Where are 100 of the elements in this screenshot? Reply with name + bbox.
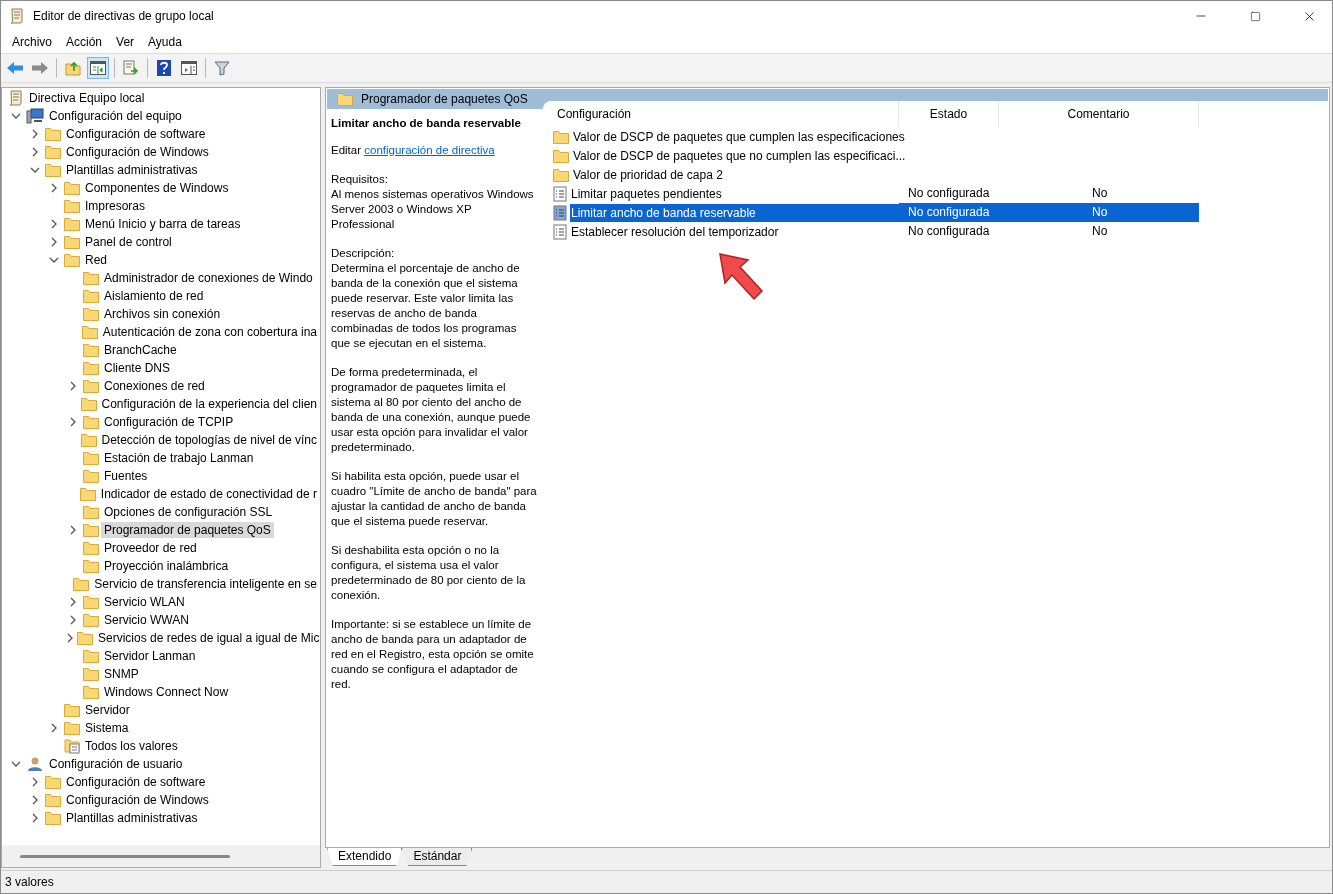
tree-item[interactable]: Configuración de Windows bbox=[63, 144, 212, 160]
folder-icon bbox=[83, 469, 99, 483]
tree-pane-icon bbox=[90, 61, 106, 75]
folder-icon bbox=[77, 631, 93, 645]
folder-icon bbox=[83, 361, 99, 375]
folder-icon bbox=[80, 397, 97, 411]
folder-icon bbox=[45, 163, 61, 177]
tree-item[interactable]: Conexiones de red bbox=[101, 378, 208, 394]
tree-item[interactable]: Configuración de usuario bbox=[46, 756, 186, 772]
collapse-chevron-icon[interactable] bbox=[11, 111, 21, 121]
tree-item[interactable]: BranchCache bbox=[101, 342, 180, 358]
tree-item[interactable]: Administrador de conexiones de Windo bbox=[101, 270, 316, 286]
user-icon bbox=[26, 756, 44, 772]
tree-item[interactable]: Configuración de software bbox=[63, 774, 209, 790]
tree-item[interactable]: Configuración del equipo bbox=[46, 108, 185, 124]
collapse-chevron-icon[interactable] bbox=[11, 759, 21, 769]
computer-icon bbox=[26, 108, 44, 124]
folder-icon bbox=[553, 148, 569, 163]
tree-item[interactable]: Proveedor de red bbox=[101, 540, 200, 556]
setting-name[interactable]: Valor de DSCP de paquetes que cumplen las especificaciones bbox=[572, 127, 906, 146]
tree-item[interactable]: Panel de control bbox=[82, 234, 175, 250]
toolbar-button[interactable] bbox=[87, 57, 109, 79]
edit-policy-link[interactable]: configuración de directiva bbox=[364, 144, 495, 156]
setting-name[interactable]: Valor de DSCP de paquetes que no cumplen las especificaci... bbox=[572, 146, 907, 165]
folder-icon bbox=[45, 811, 61, 825]
tree-item[interactable]: Autenticación de zona con cobertura ina bbox=[99, 324, 320, 340]
folder-icon bbox=[83, 307, 99, 321]
tree-item[interactable]: Servicios de redes de igual a igual de Mic bbox=[95, 630, 320, 646]
column-header[interactable]: Comentario bbox=[999, 101, 1199, 127]
tree-item[interactable]: SNMP bbox=[101, 666, 142, 682]
tree-item[interactable]: Servicio WWAN bbox=[101, 612, 192, 628]
tree-item[interactable]: Configuración de TCPIP bbox=[101, 414, 237, 430]
expand-chevron-icon[interactable] bbox=[68, 525, 78, 535]
tree-item[interactable]: Red bbox=[82, 252, 110, 268]
view-tab[interactable]: Estándar bbox=[402, 848, 473, 866]
tree-item[interactable]: Plantillas administrativas bbox=[63, 810, 201, 826]
column-header[interactable]: Configuración bbox=[551, 101, 899, 127]
expand-chevron-icon[interactable] bbox=[49, 183, 59, 193]
expand-chevron-icon[interactable] bbox=[49, 723, 59, 733]
folder-icon bbox=[83, 523, 99, 537]
setting-name[interactable]: Limitar paquetes pendientes bbox=[570, 184, 899, 203]
tree-item[interactable]: Cliente DNS bbox=[101, 360, 174, 376]
scrollbar-thumb[interactable] bbox=[20, 854, 230, 858]
tree-item[interactable]: Servidor Lanman bbox=[101, 648, 199, 664]
scroll-icon bbox=[8, 90, 24, 106]
tree-item[interactable]: Menú Inicio y barra de tareas bbox=[82, 216, 244, 232]
folder-icon bbox=[83, 541, 99, 555]
folder-icon bbox=[83, 559, 99, 573]
state-cell-text: No configurada bbox=[907, 223, 991, 240]
tree-item[interactable]: Configuración de la experiencia del clien bbox=[98, 396, 320, 412]
folder-icon bbox=[83, 415, 99, 429]
setting-name[interactable]: Valor de prioridad de capa 2 bbox=[572, 165, 899, 184]
tree-item[interactable]: Archivos sin conexión bbox=[101, 306, 224, 322]
tree-item[interactable]: Windows Connect Now bbox=[101, 684, 232, 700]
setting-icon bbox=[553, 204, 567, 221]
setting-name[interactable]: Limitar ancho de banda reservable bbox=[570, 203, 899, 222]
tree-item[interactable]: Servidor bbox=[82, 702, 133, 718]
menu-item[interactable]: Ayuda bbox=[141, 35, 189, 49]
export-list-icon bbox=[123, 60, 139, 76]
expand-chevron-icon[interactable] bbox=[68, 381, 78, 391]
folder-icon bbox=[64, 235, 80, 249]
collapse-chevron-icon[interactable] bbox=[30, 165, 40, 175]
tree-item[interactable]: Aislamiento de red bbox=[101, 288, 207, 304]
folder-icon bbox=[553, 129, 569, 144]
tree-item[interactable]: Sistema bbox=[82, 720, 132, 736]
tree-item[interactable]: Servicio de transferencia inteligente en se bbox=[91, 576, 320, 592]
folder-icon bbox=[73, 577, 90, 591]
folder-icon bbox=[45, 793, 61, 807]
setting-name[interactable]: Establecer resolución del temporizador bbox=[570, 222, 899, 241]
tree-item[interactable]: Estación de trabajo Lanman bbox=[101, 450, 257, 466]
setting-icon bbox=[553, 223, 567, 240]
tree-item[interactable]: Servicio WLAN bbox=[101, 594, 188, 610]
tree-item[interactable]: Configuración de Windows bbox=[63, 792, 212, 808]
menu-item[interactable]: Archivo bbox=[5, 35, 59, 49]
tree-item[interactable]: Opciones de configuración SSL bbox=[101, 504, 276, 520]
tree-item[interactable]: Programador de paquetes QoS bbox=[101, 522, 274, 538]
menu-item[interactable]: Ver bbox=[109, 35, 142, 49]
tree-item[interactable]: Impresoras bbox=[82, 198, 149, 214]
column-header[interactable]: Estado bbox=[899, 101, 999, 127]
view-tab[interactable]: Extendido bbox=[327, 848, 403, 866]
tree-item[interactable]: Detección de topologías de nivel de vínc bbox=[98, 432, 320, 448]
tree-item[interactable]: Indicador de estado de conectividad de r bbox=[97, 486, 320, 502]
action-pane-icon bbox=[181, 61, 197, 75]
folder-icon bbox=[83, 379, 99, 393]
expand-chevron-icon[interactable] bbox=[68, 417, 78, 427]
description-paragraph: De forma predeterminada, el programador de paquetes limita el sistema al 80 por ciento del ancho de banda de una conexión, aunque puede usar esta opción para invalidar el valor predeterminado. bbox=[331, 365, 532, 455]
folder-icon bbox=[79, 487, 96, 501]
tree-item[interactable]: Fuentes bbox=[101, 468, 151, 484]
scroll-icon bbox=[9, 8, 25, 24]
folder-icon bbox=[81, 325, 98, 339]
collapse-chevron-icon[interactable] bbox=[49, 255, 59, 265]
tree-item[interactable]: Proyección inalámbrica bbox=[101, 558, 232, 574]
tree-item[interactable]: Plantillas administrativas bbox=[63, 162, 201, 178]
tree-item[interactable]: Configuración de software bbox=[63, 126, 209, 142]
folder-icon bbox=[45, 775, 61, 789]
tree-item[interactable]: Todos los valores bbox=[82, 738, 181, 754]
tree-item[interactable]: Directiva Equipo local bbox=[26, 90, 148, 106]
menu-item[interactable]: Acción bbox=[59, 35, 110, 49]
tree-item[interactable]: Componentes de Windows bbox=[82, 180, 232, 196]
folder-icon bbox=[83, 289, 99, 303]
